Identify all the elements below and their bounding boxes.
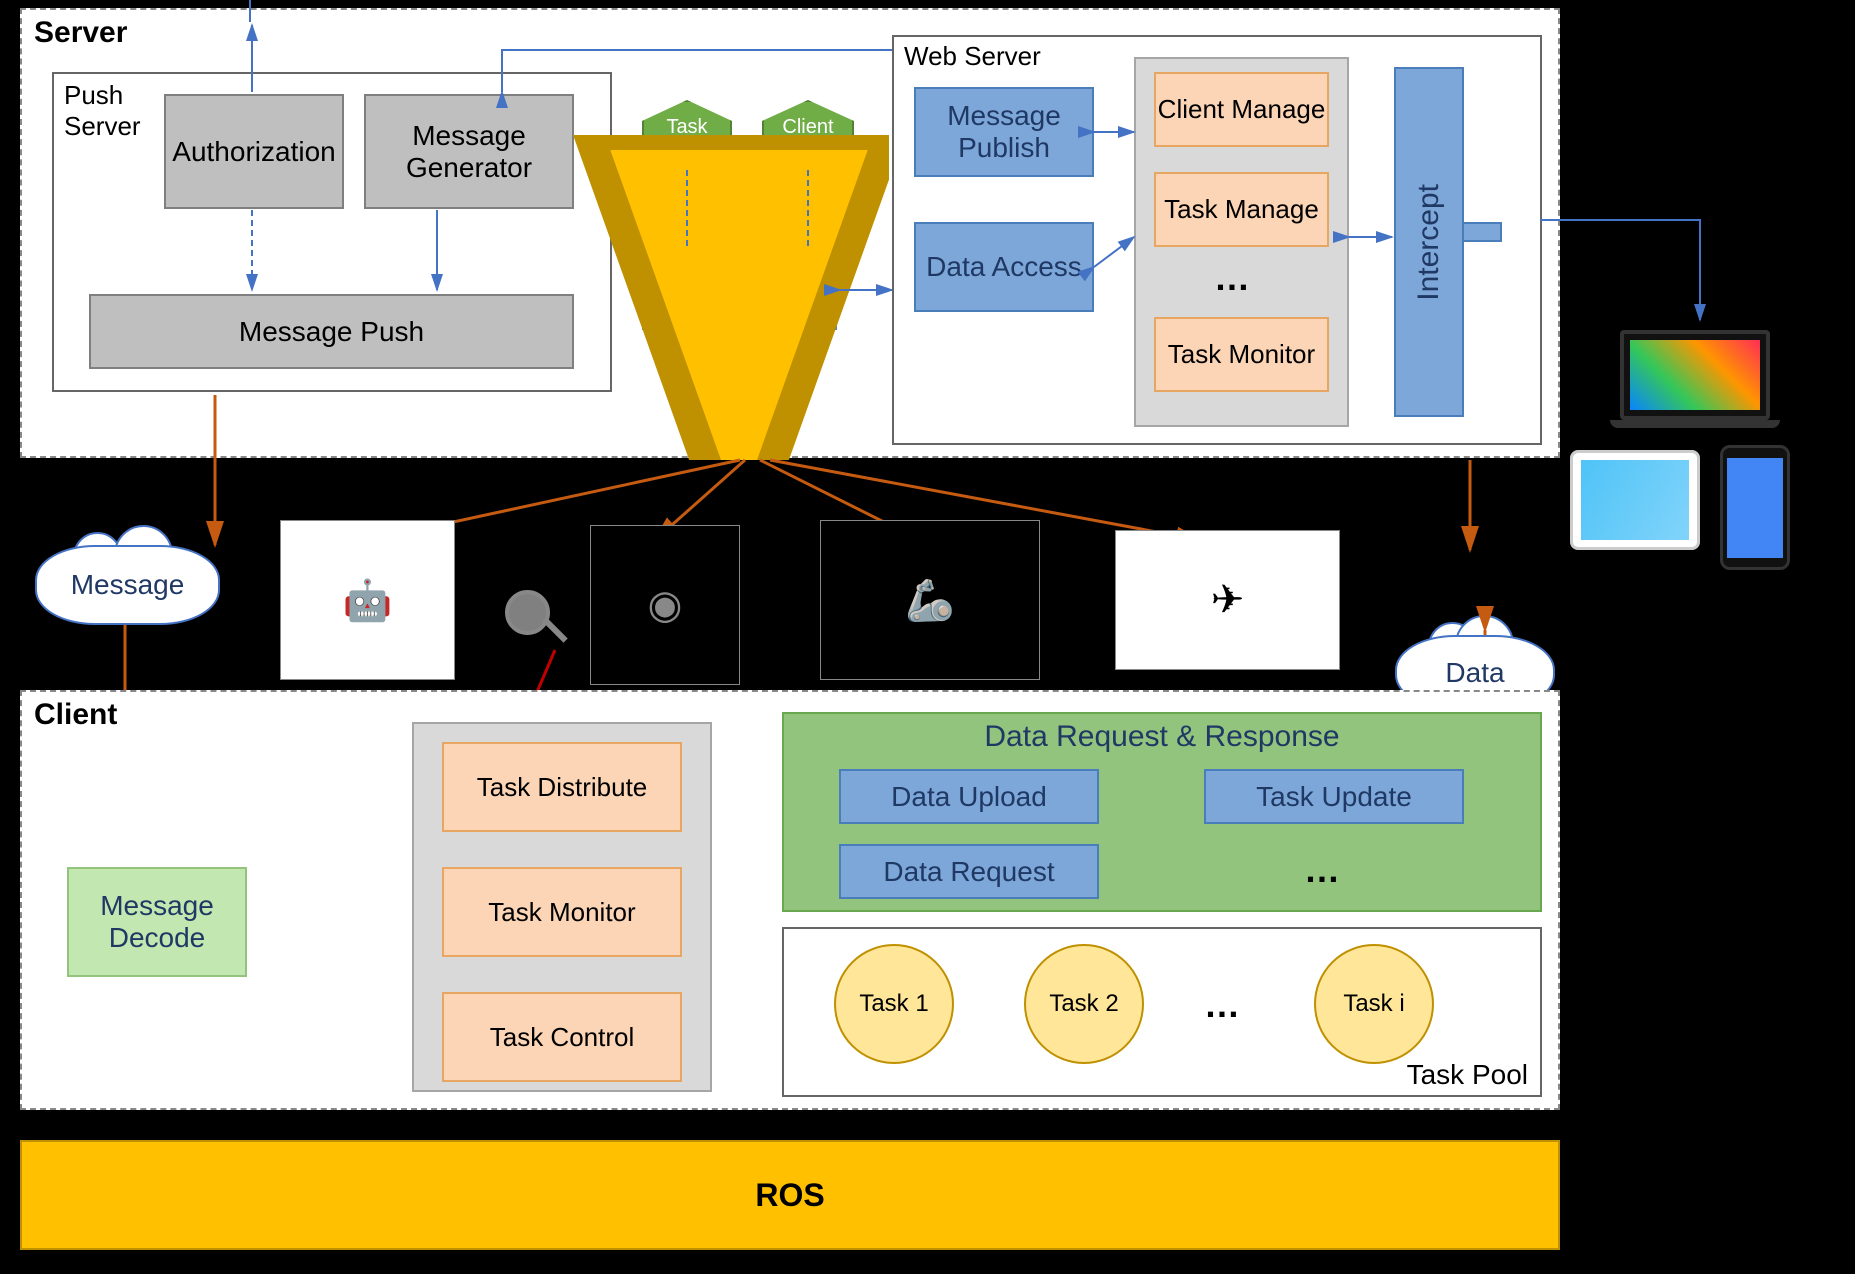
client-define-pentagon: Client Define	[762, 100, 854, 170]
robot-turtlebot-icon: ◉	[590, 525, 740, 685]
dbms-box: DBMS	[642, 250, 837, 330]
task-control-box: Task Control	[442, 992, 682, 1082]
robot-drone-icon: ✈	[1115, 530, 1340, 670]
authorization-box: Authorization	[164, 94, 344, 209]
message-generator-box: Message Generator	[364, 94, 574, 209]
data-section-ellipsis: …	[1304, 849, 1340, 891]
device-laptop-icon	[1610, 330, 1780, 440]
intercept-box: Intercept	[1394, 67, 1464, 417]
data-access-box: Data Access	[914, 222, 1094, 312]
task-pool-container: Task 1 Task 2 … Task i Task Pool	[782, 927, 1542, 1097]
web-server-container: Web Server Message Publish Data Access C…	[892, 35, 1542, 445]
task-define-pentagon: Task Define	[642, 100, 732, 170]
client-manage-box: Client Manage	[1154, 72, 1329, 147]
task-monitor-server-box: Task Monitor	[1154, 317, 1329, 392]
device-tablet-icon	[1570, 450, 1700, 550]
message-decode-box: Message Decode	[67, 867, 247, 977]
task-pool-ellipsis: …	[1204, 984, 1240, 1026]
robot-arm-icon: 🦾	[820, 520, 1040, 680]
push-server-container: Push Server Authorization Message Genera…	[52, 72, 612, 392]
task-1-circle: Task 1	[834, 944, 954, 1064]
database-icon	[682, 380, 782, 450]
task-manage-box: Task Manage	[1154, 172, 1329, 247]
data-request-box: Data Request	[839, 844, 1099, 899]
message-push-box: Message Push	[89, 294, 574, 369]
intercept-connector-icon	[1462, 222, 1502, 242]
data-request-response-title: Data Request & Response	[784, 720, 1540, 754]
message-publish-box: Message Publish	[914, 87, 1094, 177]
task-i-circle: Task i	[1314, 944, 1434, 1064]
web-server-ellipsis: …	[1214, 257, 1250, 299]
task-distribute-box: Task Distribute	[442, 742, 682, 832]
device-phone-icon	[1720, 445, 1790, 570]
robot-humanoid-icon: 🤖	[280, 520, 455, 680]
client-label: Client	[34, 698, 117, 732]
message-cloud: Message	[35, 545, 220, 625]
task-monitor-client-box: Task Monitor	[442, 867, 682, 957]
task-2-circle: Task 2	[1024, 944, 1144, 1064]
server-label: Server	[34, 16, 127, 50]
task-update-box: Task Update	[1204, 769, 1464, 824]
task-pool-label: Task Pool	[1407, 1059, 1528, 1091]
client-container: Client Message Decode Task Distribute Ta…	[20, 690, 1560, 1110]
magnifier-icon	[505, 590, 575, 660]
web-server-label: Web Server	[904, 41, 1041, 72]
intercept-label: Intercept	[1412, 184, 1446, 301]
push-server-label: Push Server	[64, 80, 141, 142]
data-request-response-container: Data Request & Response Data Upload Task…	[782, 712, 1542, 912]
ros-bar: ROS	[20, 1140, 1560, 1250]
data-upload-box: Data Upload	[839, 769, 1099, 824]
server-container: Server Push Server Authorization Message…	[20, 8, 1560, 458]
